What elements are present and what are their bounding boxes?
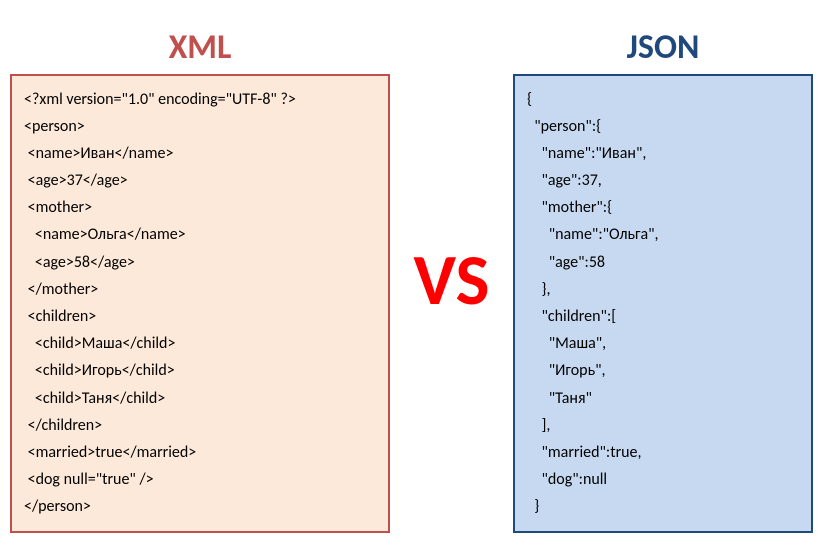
json-column: JSON { "person":{ "name":"Иван", "age":3… [513,27,813,533]
xml-code-box: <?xml version="1.0" encoding="UTF-8" ?> … [10,74,390,533]
comparison-layout: XML <?xml version="1.0" encoding="UTF-8"… [10,10,813,549]
vs-label: VS [403,236,499,324]
json-code-box: { "person":{ "name":"Иван", "age":37, "m… [513,74,813,533]
json-title: JSON [627,27,700,68]
xml-title: XML [169,27,232,68]
xml-column: XML <?xml version="1.0" encoding="UTF-8"… [10,27,390,533]
